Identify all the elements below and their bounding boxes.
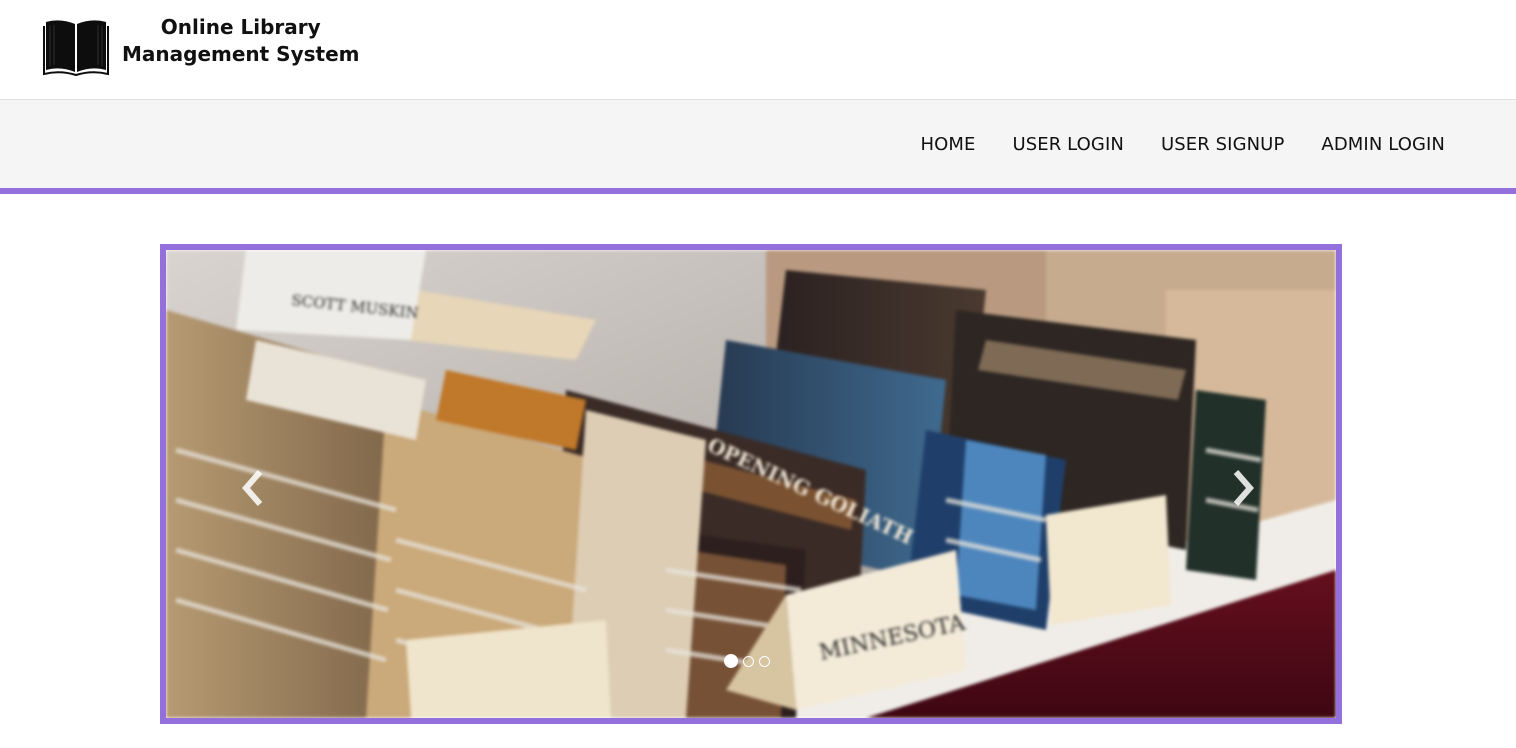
carousel-indicator-2[interactable] (743, 655, 754, 667)
nav-home-link[interactable]: HOME (920, 134, 975, 155)
carousel-prev-button[interactable] (232, 460, 272, 516)
nav-links: HOME USER LOGIN USER SIGNUP ADMIN LOGIN (883, 100, 1445, 188)
nav-admin-login-link[interactable]: ADMIN LOGIN (1321, 134, 1445, 155)
site-title-line1: Online Library (160, 15, 321, 39)
site-header: Online Library Management System (0, 0, 1516, 100)
carousel-indicator-1[interactable] (724, 654, 738, 668)
carousel-slide-image: SCOTT MUSKIN OPENING GOLIATH MINNESOTA (166, 250, 1336, 718)
chevron-left-icon (242, 470, 263, 506)
nav-user-login-link[interactable]: USER LOGIN (1012, 134, 1123, 155)
open-book-icon (43, 20, 109, 76)
carousel-next-button[interactable] (1224, 460, 1264, 516)
main-navbar: HOME USER LOGIN USER SIGNUP ADMIN LOGIN (0, 100, 1516, 194)
site-title-line2: Management System (122, 42, 360, 66)
carousel-indicator-3[interactable] (759, 655, 770, 667)
site-title[interactable]: Online Library Management System (122, 14, 360, 68)
nav-user-signup-link[interactable]: USER SIGNUP (1161, 134, 1284, 155)
carousel-indicators (724, 654, 775, 668)
chevron-right-icon (1233, 470, 1254, 506)
image-carousel: SCOTT MUSKIN OPENING GOLIATH MINNESOTA (160, 244, 1342, 724)
